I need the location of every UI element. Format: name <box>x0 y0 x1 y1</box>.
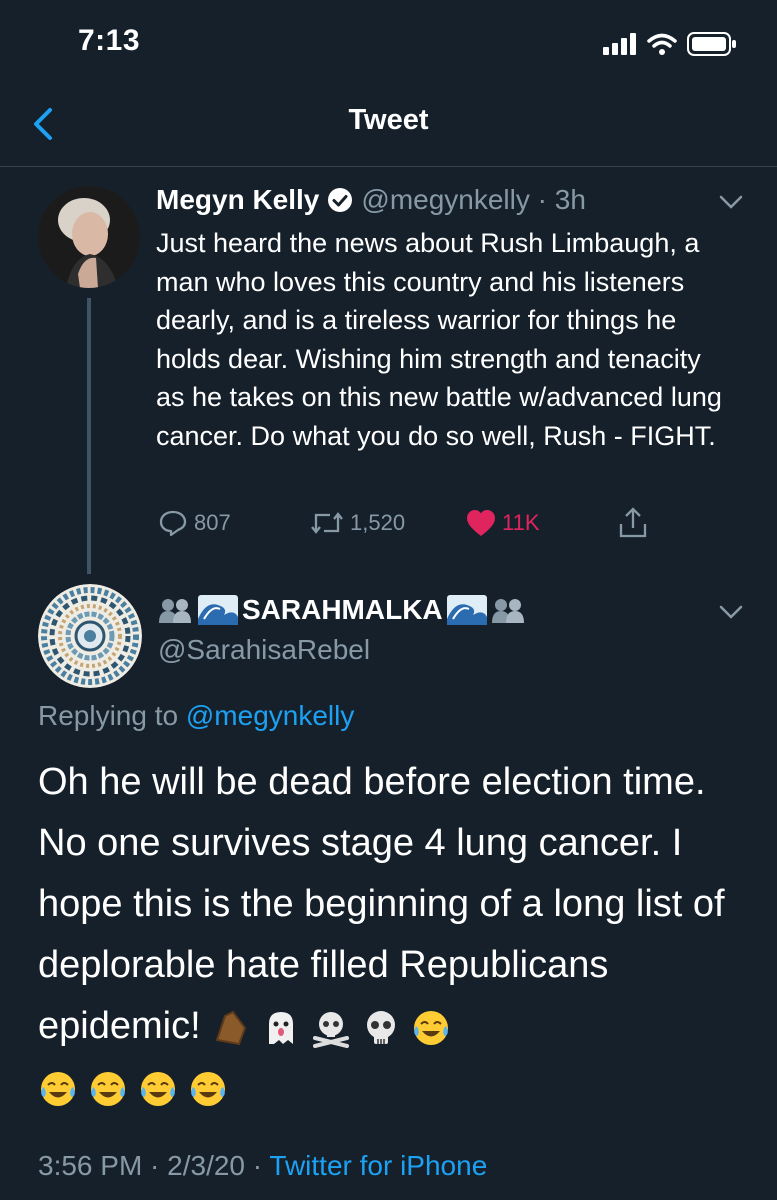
author-handle[interactable]: @megynkelly <box>361 184 529 216</box>
skull-crossbones-emoji <box>311 1008 351 1048</box>
chevron-down-icon[interactable] <box>718 604 744 620</box>
avatar-megyn-kelly[interactable] <box>38 186 140 288</box>
reply-icon <box>159 510 187 537</box>
tears-of-joy-emoji <box>88 1069 128 1109</box>
replying-to-link[interactable]: @megynkelly <box>186 700 354 731</box>
tears-of-joy-emoji <box>411 1008 451 1048</box>
client-link[interactable]: Twitter for iPhone <box>269 1150 487 1181</box>
tweet-text: Just heard the news about Rush Limbaugh,… <box>156 228 722 451</box>
author-name[interactable]: Megyn Kelly <box>156 184 319 216</box>
thread-connector-line <box>87 298 91 574</box>
replying-to-line: Replying to @megynkelly <box>38 700 354 732</box>
tears-of-joy-emoji <box>188 1069 228 1109</box>
reply-author-name: SARAHMALKA <box>242 594 443 625</box>
emoji-row-2 <box>38 1069 228 1109</box>
tweet-header: Megyn Kelly @megynkelly · 3h <box>156 184 586 216</box>
retweet-count: 1,520 <box>350 510 406 535</box>
reply-timestamp: 3:56 PM · 2/3/20 · <box>38 1150 263 1181</box>
emoji-row <box>211 1008 451 1048</box>
coffin-emoji <box>211 1008 251 1048</box>
retweet-button[interactable]: 1,520 <box>310 506 405 540</box>
status-time: 7:13 <box>78 24 141 57</box>
reply-footer: 3:56 PM · 2/3/20 · Twitter for iPhone <box>38 1150 487 1182</box>
reply-count: 807 <box>194 510 231 535</box>
ghost-emoji <box>261 1008 301 1048</box>
verified-badge-icon <box>328 188 353 212</box>
tweet-time: 3h <box>554 184 586 215</box>
tears-of-joy-emoji <box>38 1069 78 1109</box>
retweet-icon <box>311 512 343 534</box>
heart-icon <box>467 510 495 536</box>
busts-icon <box>491 599 524 623</box>
reply-button[interactable]: 807 <box>158 506 231 540</box>
share-button[interactable] <box>618 506 648 540</box>
reply-text: Oh he will be dead before election time.… <box>38 761 725 1047</box>
share-icon <box>619 507 647 538</box>
battery-icon <box>687 32 736 56</box>
skull-emoji <box>361 1008 401 1048</box>
avatar-sarahmalka[interactable] <box>38 584 142 688</box>
separator-dot: · <box>529 184 555 215</box>
like-count: 11K <box>502 510 540 535</box>
chevron-down-icon[interactable] <box>718 194 744 210</box>
signal-icon <box>603 33 636 55</box>
like-button[interactable]: 11K <box>466 506 540 540</box>
wifi-icon <box>647 33 677 55</box>
reply-author-handle[interactable]: @SarahisaRebel <box>158 634 370 666</box>
wave-icon <box>198 595 238 625</box>
busts-icon <box>159 599 191 623</box>
reply-text-block: Oh he will be dead before election time.… <box>38 752 753 1118</box>
tears-of-joy-emoji <box>138 1069 178 1109</box>
replying-prefix: Replying to <box>38 700 179 731</box>
page-title: Tweet <box>348 104 429 136</box>
reply-author-name-row[interactable]: SARAHMALKA <box>158 594 527 626</box>
wave-icon <box>446 595 487 625</box>
status-icons <box>603 32 737 56</box>
